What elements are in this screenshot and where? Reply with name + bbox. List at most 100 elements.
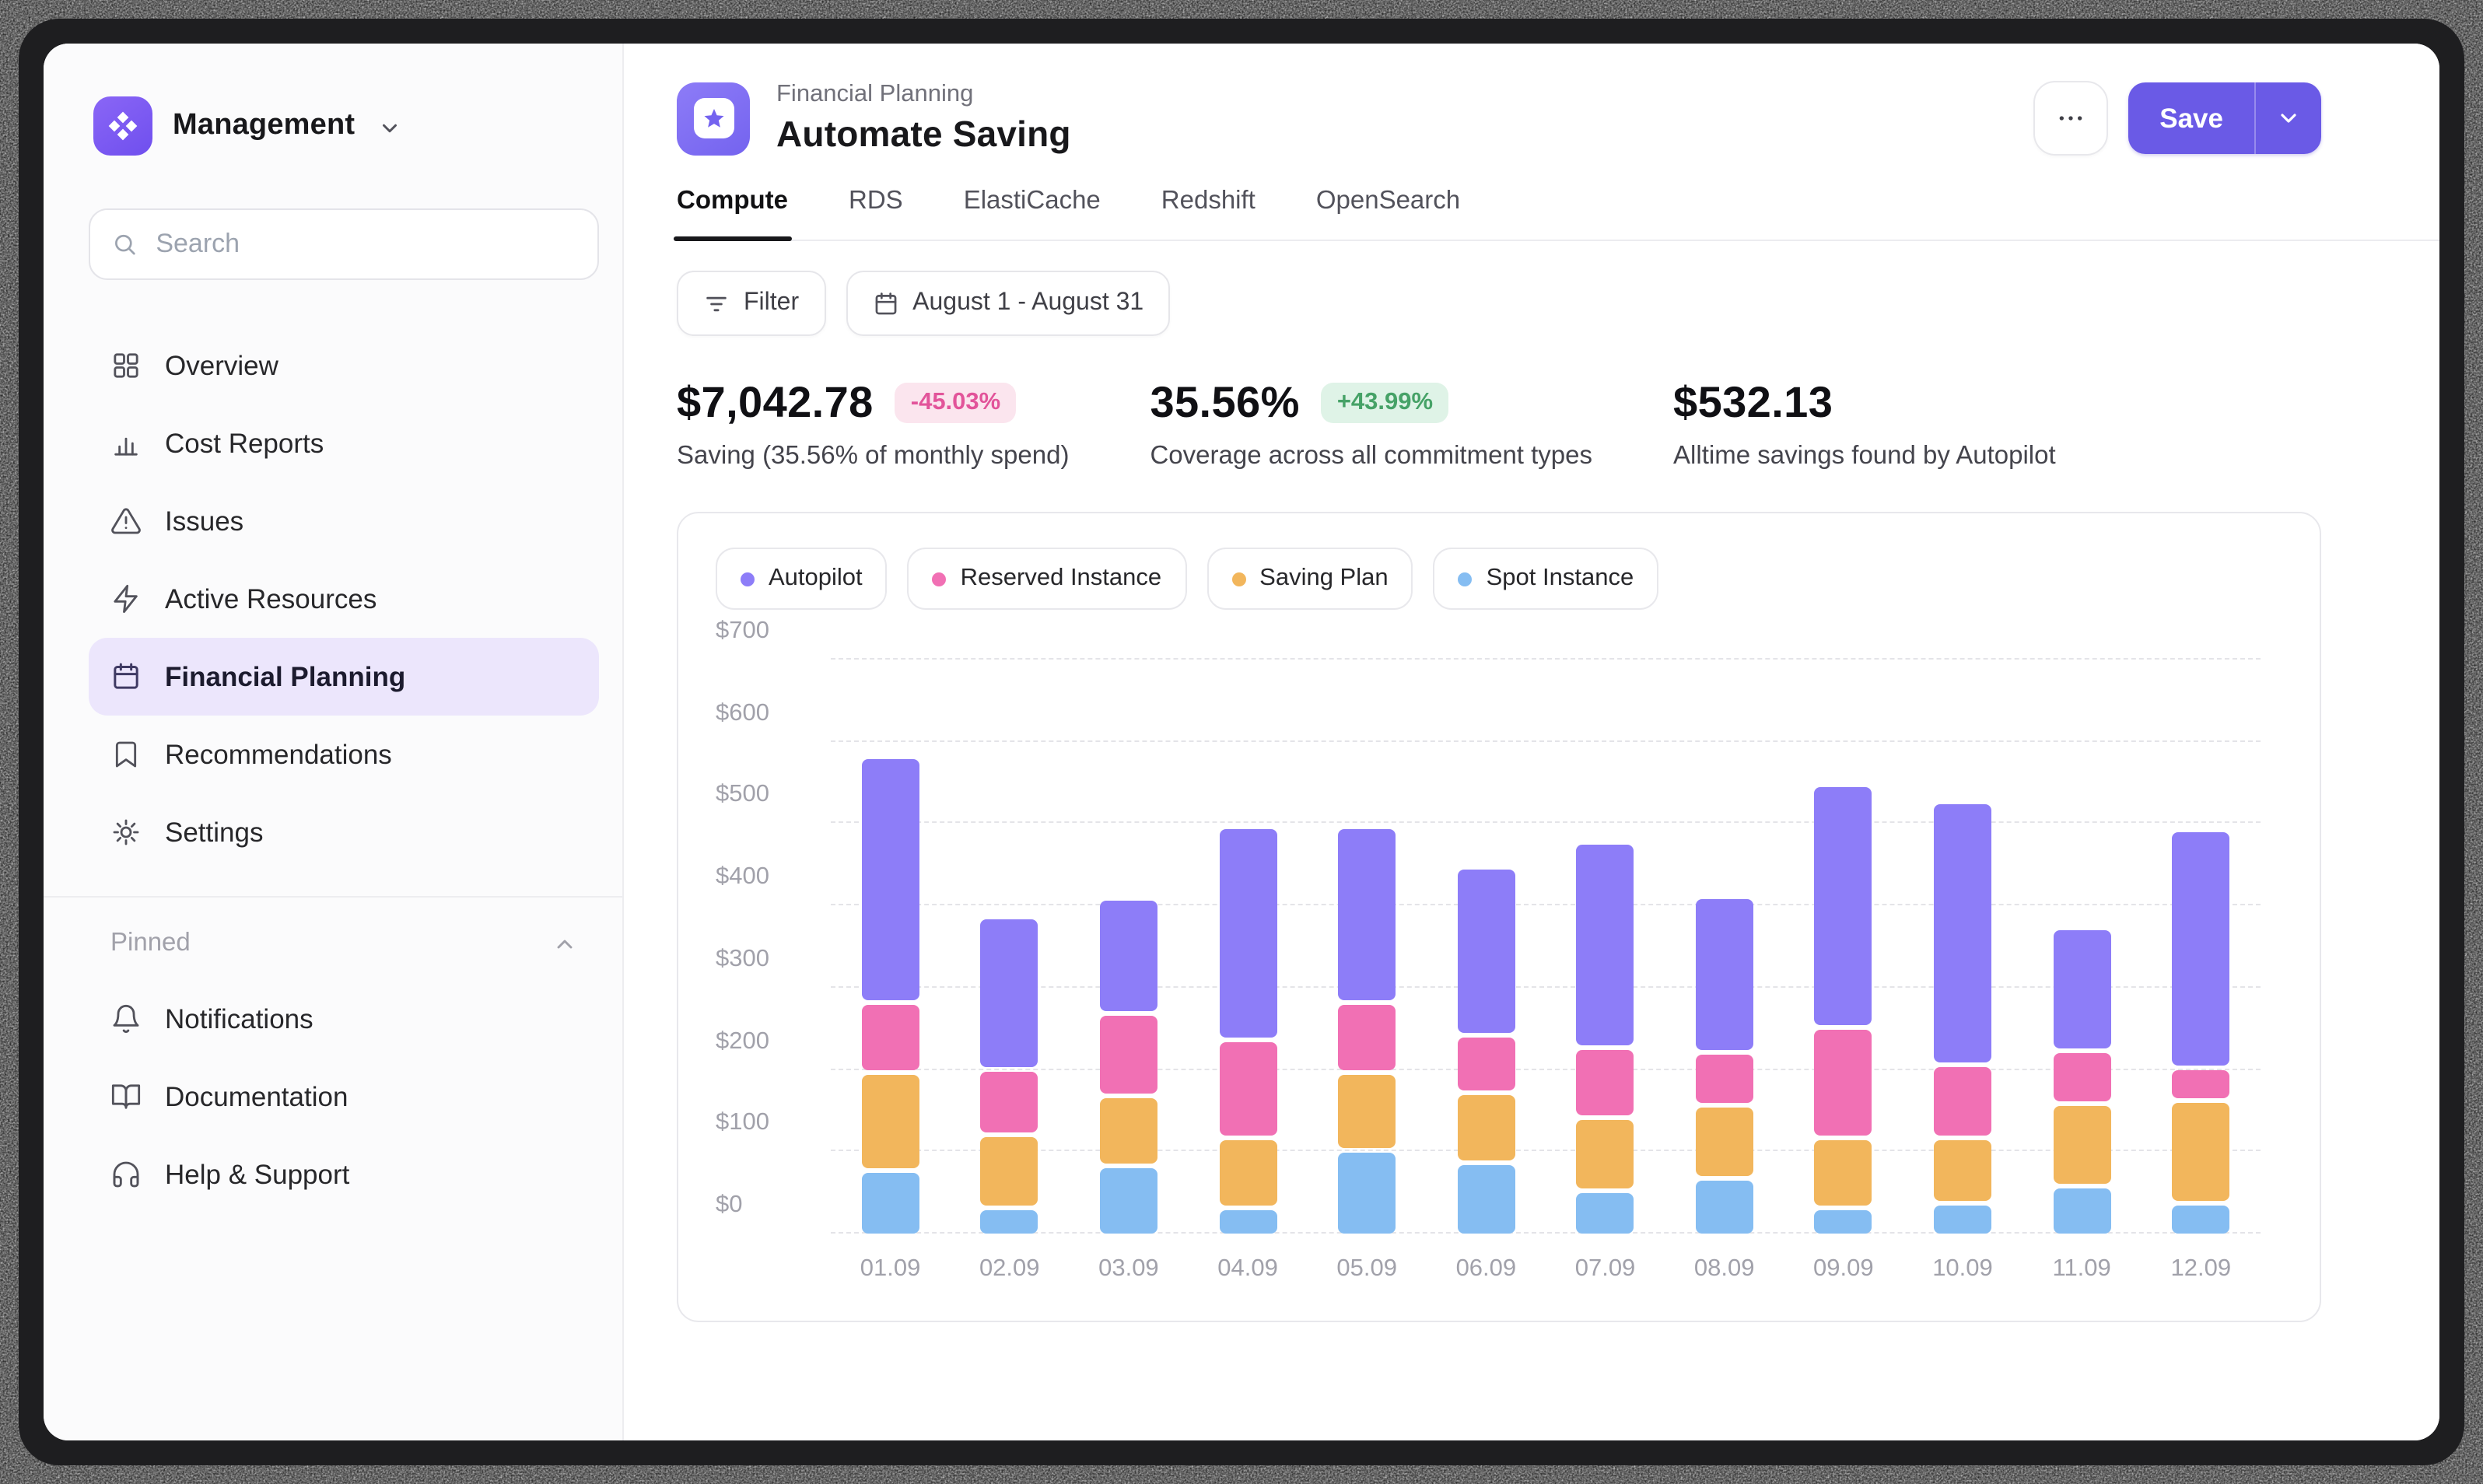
sidebar-item-help-support[interactable]: Help & Support xyxy=(89,1136,599,1213)
filter-button[interactable]: Filter xyxy=(677,271,825,336)
stat-value: $7,042.78 xyxy=(677,378,874,428)
device-frame: Management Overview Cost Reports Is xyxy=(19,19,2464,1465)
bar-segment-autopilot xyxy=(1696,899,1753,1050)
bar-segment-reserved-instance xyxy=(2053,1053,2110,1101)
tab-compute[interactable]: Compute xyxy=(677,187,788,240)
y-axis-tick: $600 xyxy=(716,699,806,727)
legend-item-autopilot[interactable]: Autopilot xyxy=(716,548,888,610)
sidebar-item-label: Overview xyxy=(165,349,278,382)
filter-row: Filter August 1 - August 31 xyxy=(677,271,2321,336)
bar-column xyxy=(2142,660,2261,1234)
legend-item-reserved-instance[interactable]: Reserved Instance xyxy=(908,548,1187,610)
sidebar-item-issues[interactable]: Issues xyxy=(89,482,599,560)
header-actions: Save xyxy=(2033,81,2321,156)
x-axis-label: 08.09 xyxy=(1665,1255,1784,1283)
stat-caption: Saving (35.56% of monthly spend) xyxy=(677,442,1069,471)
legend-dot xyxy=(933,572,947,586)
chevron-up-icon xyxy=(552,931,577,956)
sidebar-item-cost-reports[interactable]: Cost Reports xyxy=(89,404,599,482)
bar-segment-autopilot xyxy=(1219,829,1277,1038)
bar-segment-spot-instance xyxy=(1696,1181,1753,1234)
bar-segment-saving-plan xyxy=(1338,1075,1396,1148)
ellipsis-icon xyxy=(2055,103,2086,134)
search-box[interactable] xyxy=(89,208,599,280)
page-icon-inner xyxy=(693,98,734,138)
legend-item-saving-plan[interactable]: Saving Plan xyxy=(1206,548,1413,610)
breadcrumb: Financial Planning xyxy=(776,81,1071,109)
page-title: Automate Saving xyxy=(776,114,1071,156)
stat-value: $532.13 xyxy=(1673,378,1833,428)
bar-column xyxy=(950,660,1069,1234)
legend-label: Reserved Instance xyxy=(961,565,1162,593)
bar-stack-02-09 xyxy=(981,919,1038,1234)
x-axis-label: 03.09 xyxy=(1069,1255,1188,1283)
bar-segment-spot-instance xyxy=(1100,1168,1157,1234)
bar-segment-spot-instance xyxy=(1577,1193,1634,1234)
sidebar-item-label: Financial Planning xyxy=(165,660,405,693)
chart-legend: Autopilot Reserved Instance Saving Plan Spo… xyxy=(716,548,2282,610)
tab-bar: Compute RDS ElastiCache Redshift OpenSea… xyxy=(677,187,2439,241)
y-axis-tick: $700 xyxy=(716,618,806,646)
bar-stack-10-09 xyxy=(1934,804,1991,1234)
save-split-button: Save xyxy=(2128,82,2321,154)
bar-segment-reserved-instance xyxy=(1577,1050,1634,1115)
stat-caption: Coverage across all commitment types xyxy=(1150,442,1592,471)
tab-rds[interactable]: RDS xyxy=(849,187,903,240)
bar-segment-saving-plan xyxy=(981,1137,1038,1206)
bar-segment-reserved-instance xyxy=(1934,1067,1991,1136)
bar-segment-spot-instance xyxy=(2172,1206,2229,1234)
stat-delta-badge: -45.03% xyxy=(895,383,1016,423)
sidebar-item-label: Recommendations xyxy=(165,738,392,771)
save-button[interactable]: Save xyxy=(2128,82,2254,154)
sidebar-item-recommendations[interactable]: Recommendations xyxy=(89,716,599,793)
bar-segment-saving-plan xyxy=(1815,1140,1872,1206)
bar-segment-reserved-instance xyxy=(1100,1016,1157,1094)
bar-column xyxy=(1665,660,1784,1234)
tab-redshift[interactable]: Redshift xyxy=(1161,187,1256,240)
chart-card: Autopilot Reserved Instance Saving Plan Spo… xyxy=(677,512,2321,1322)
workspace-switcher[interactable]: Management xyxy=(89,96,599,156)
legend-item-spot-instance[interactable]: Spot Instance xyxy=(1434,548,1659,610)
sidebar-item-settings[interactable]: Settings xyxy=(89,793,599,871)
pinned-section-toggle[interactable]: Pinned xyxy=(89,929,599,958)
bar-segment-reserved-instance xyxy=(1338,1005,1396,1070)
bar-segment-saving-plan xyxy=(2172,1103,2229,1201)
tab-opensearch[interactable]: OpenSearch xyxy=(1316,187,1460,240)
screen: Management Overview Cost Reports Is xyxy=(0,0,2483,1484)
sidebar-item-active-resources[interactable]: Active Resources xyxy=(89,560,599,638)
sidebar-item-label: Help & Support xyxy=(165,1158,349,1191)
bar-segment-spot-instance xyxy=(1338,1153,1396,1234)
sidebar-item-notifications[interactable]: Notifications xyxy=(89,980,599,1058)
bar-column xyxy=(1069,660,1188,1234)
y-axis-tick: $300 xyxy=(716,946,806,974)
chevron-down-icon xyxy=(378,117,401,140)
app-window: Management Overview Cost Reports Is xyxy=(44,44,2439,1440)
x-axis-label: 02.09 xyxy=(950,1255,1069,1283)
search-input[interactable] xyxy=(152,227,576,261)
sidebar-item-documentation[interactable]: Documentation xyxy=(89,1058,599,1136)
bar-segment-saving-plan xyxy=(1934,1140,1991,1201)
legend-label: Spot Instance xyxy=(1487,565,1634,593)
bars-layer xyxy=(831,660,2261,1234)
star-icon xyxy=(701,106,726,131)
bell-icon xyxy=(110,1003,142,1034)
legend-dot xyxy=(741,572,755,586)
sidebar-item-label: Active Resources xyxy=(165,583,376,615)
bar-segment-spot-instance xyxy=(1457,1165,1515,1234)
bar-segment-autopilot xyxy=(981,919,1038,1067)
sidebar-item-financial-planning[interactable]: Financial Planning xyxy=(89,638,599,716)
save-dropdown-button[interactable] xyxy=(2256,82,2321,154)
bar-segment-reserved-instance xyxy=(1815,1030,1872,1136)
x-axis-labels: 01.0902.0903.0904.0905.0906.0907.0908.09… xyxy=(831,1255,2261,1283)
x-axis-label: 09.09 xyxy=(1784,1255,1903,1283)
date-range-button[interactable]: August 1 - August 31 xyxy=(846,271,1170,336)
more-button[interactable] xyxy=(2033,81,2108,156)
sidebar-item-overview[interactable]: Overview xyxy=(89,327,599,404)
sidebar-divider xyxy=(44,896,622,898)
tab-elasticache[interactable]: ElastiCache xyxy=(964,187,1101,240)
bar-segment-saving-plan xyxy=(1457,1095,1515,1160)
bar-segment-saving-plan xyxy=(862,1075,919,1168)
sidebar-item-label: Settings xyxy=(165,816,263,849)
bar-column xyxy=(1903,660,2022,1234)
page-icon xyxy=(677,82,750,155)
